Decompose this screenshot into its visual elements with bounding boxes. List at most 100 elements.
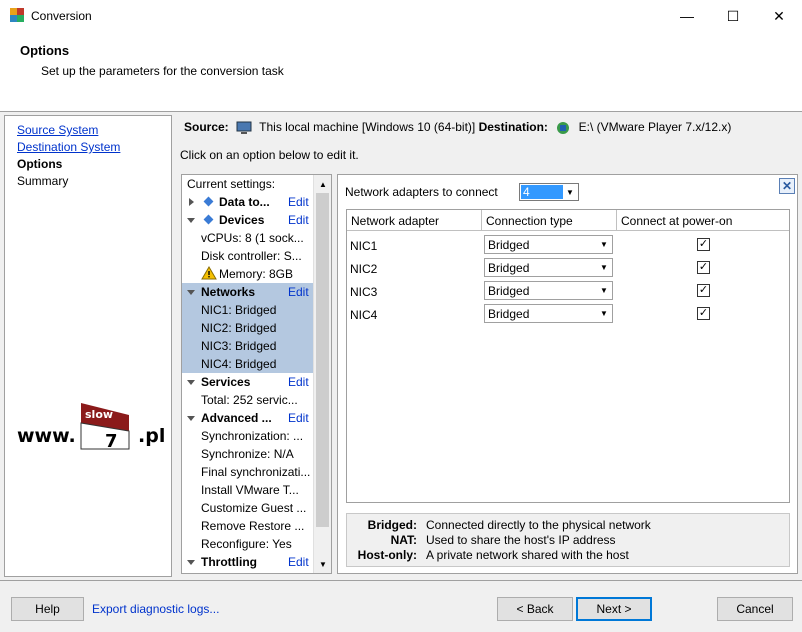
- settings-scrollbar[interactable]: ▲ ▼: [313, 175, 331, 573]
- setting-value: Remove Restore ...: [201, 519, 305, 533]
- setting-item[interactable]: Remove Restore ...: [182, 517, 313, 535]
- dropdown-arrow-icon[interactable]: ▼: [596, 236, 612, 253]
- connect-at-power-on-checkbox[interactable]: ✓: [697, 284, 710, 297]
- connection-type-value: Bridged: [488, 307, 530, 321]
- setting-label: Advanced ...: [201, 411, 272, 425]
- adapters-count-value: 4: [521, 185, 563, 199]
- setting-item[interactable]: Memory: 8GB: [182, 265, 313, 283]
- export-diagnostic-logs-link[interactable]: Export diagnostic logs...: [92, 602, 219, 616]
- setting-label: Networks: [201, 285, 256, 299]
- edit-link[interactable]: Edit: [288, 285, 309, 299]
- network-config-panel: ✕ Network adapters to connect 4 ▼ Networ…: [337, 174, 798, 574]
- connection-type-select[interactable]: Bridged ▼: [484, 304, 613, 323]
- adapter-name: NIC4: [350, 308, 378, 322]
- collapse-icon[interactable]: [187, 380, 195, 385]
- setting-item[interactable]: Final synchronizati...: [182, 463, 313, 481]
- collapse-icon[interactable]: [187, 560, 195, 565]
- minimize-button[interactable]: —: [664, 0, 710, 32]
- dropdown-arrow-icon[interactable]: ▼: [596, 305, 612, 322]
- connection-type-legend: Bridged: Connected directly to the physi…: [346, 513, 790, 567]
- computer-icon: [236, 121, 252, 134]
- adapter-name: NIC2: [350, 262, 378, 276]
- edit-link[interactable]: Edit: [288, 411, 309, 425]
- setting-value: Reconfigure: Yes: [201, 537, 292, 551]
- connection-type-select[interactable]: Bridged ▼: [484, 235, 613, 254]
- connect-at-power-on-checkbox[interactable]: ✓: [697, 261, 710, 274]
- connection-type-select[interactable]: Bridged ▼: [484, 258, 613, 277]
- setting-item[interactable]: NIC3: Bridged: [182, 337, 313, 355]
- close-window-button[interactable]: ✕: [756, 0, 802, 32]
- help-button[interactable]: Help: [11, 597, 84, 621]
- logo-slow-text: slow: [85, 408, 113, 421]
- setting-value: NIC4: Bridged: [201, 357, 277, 371]
- scroll-down-icon[interactable]: ▼: [315, 556, 331, 572]
- edit-link[interactable]: Edit: [288, 213, 309, 227]
- connection-type-value: Bridged: [488, 238, 530, 252]
- collapse-icon[interactable]: [187, 218, 195, 223]
- edit-link[interactable]: Edit: [288, 555, 309, 569]
- setting-services[interactable]: Services Edit: [182, 373, 313, 391]
- setting-advanced[interactable]: Advanced ... Edit: [182, 409, 313, 427]
- setting-item[interactable]: Reconfigure: Yes: [182, 535, 313, 553]
- setting-item[interactable]: NIC1: Bridged: [182, 301, 313, 319]
- setting-item[interactable]: Synchronize: N/A: [182, 445, 313, 463]
- setting-item[interactable]: NIC2: Bridged: [182, 319, 313, 337]
- setting-item[interactable]: Disk controller: S...: [182, 247, 313, 265]
- connection-type-select[interactable]: Bridged ▼: [484, 281, 613, 300]
- blue-diamond-icon: [203, 196, 214, 207]
- setting-value: Install VMware T...: [201, 483, 299, 497]
- footer-divider: [0, 580, 802, 581]
- setting-value: vCPUs: 8 (1 sock...: [201, 231, 304, 245]
- collapse-icon[interactable]: [187, 416, 195, 421]
- app-icon: [10, 8, 24, 22]
- expand-icon[interactable]: [189, 198, 194, 206]
- back-button[interactable]: < Back: [497, 597, 573, 621]
- source-value: This local machine [Windows 10 (64-bit)]: [259, 120, 476, 134]
- warning-icon: [201, 266, 217, 280]
- nav-summary: Summary: [17, 174, 69, 188]
- maximize-button[interactable]: ☐: [710, 0, 756, 32]
- scrollbar-thumb[interactable]: [316, 193, 329, 527]
- setting-item[interactable]: Install VMware T...: [182, 481, 313, 499]
- setting-value: Synchronize: N/A: [201, 447, 294, 461]
- column-header: Connection type: [482, 210, 617, 231]
- wizard-steps-nav: Source System Destination System Options…: [4, 115, 172, 577]
- setting-label: Data to...: [219, 195, 270, 209]
- logo-number-text: 7: [105, 431, 118, 451]
- setting-value: Disk controller: S...: [201, 249, 302, 263]
- source-label: Source:: [184, 120, 229, 134]
- cancel-button[interactable]: Cancel: [717, 597, 793, 621]
- connect-at-power-on-checkbox[interactable]: ✓: [697, 238, 710, 251]
- dropdown-arrow-icon[interactable]: ▼: [596, 282, 612, 299]
- column-header: Network adapter: [347, 210, 482, 231]
- setting-item[interactable]: vCPUs: 8 (1 sock...: [182, 229, 313, 247]
- nav-destination-system[interactable]: Destination System: [17, 140, 120, 154]
- setting-data-to-copy[interactable]: Data to... Edit: [182, 193, 313, 211]
- setting-throttling[interactable]: Throttling Edit: [182, 553, 313, 571]
- adapters-count-select[interactable]: 4 ▼: [519, 183, 579, 201]
- edit-link[interactable]: Edit: [288, 195, 309, 209]
- setting-label: Services: [201, 375, 251, 389]
- settings-header: Current settings:: [182, 175, 313, 193]
- close-panel-icon[interactable]: ✕: [779, 178, 795, 194]
- setting-item[interactable]: NIC4: Bridged: [182, 355, 313, 373]
- page-title: Options: [20, 43, 70, 58]
- setting-value: NIC2: Bridged: [201, 321, 277, 335]
- nav-source-system[interactable]: Source System: [17, 123, 98, 137]
- scroll-up-icon[interactable]: ▲: [315, 176, 331, 192]
- collapse-icon[interactable]: [187, 290, 195, 295]
- maximize-icon: ☐: [726, 7, 740, 24]
- connection-type-value: Bridged: [488, 261, 530, 275]
- setting-item[interactable]: Customize Guest ...: [182, 499, 313, 517]
- setting-devices[interactable]: Devices Edit: [182, 211, 313, 229]
- dropdown-arrow-icon[interactable]: ▼: [562, 184, 578, 200]
- setting-item[interactable]: Total: 252 servic...: [182, 391, 313, 409]
- dropdown-arrow-icon[interactable]: ▼: [596, 259, 612, 276]
- edit-link[interactable]: Edit: [288, 375, 309, 389]
- next-button[interactable]: Next >: [576, 597, 652, 621]
- connect-at-power-on-checkbox[interactable]: ✓: [697, 307, 710, 320]
- vmware-icon: [557, 121, 570, 134]
- setting-item[interactable]: Synchronization: ...: [182, 427, 313, 445]
- source-destination-info: Source: This local machine [Windows 10 (…: [184, 120, 731, 135]
- setting-networks[interactable]: Networks Edit: [182, 283, 313, 301]
